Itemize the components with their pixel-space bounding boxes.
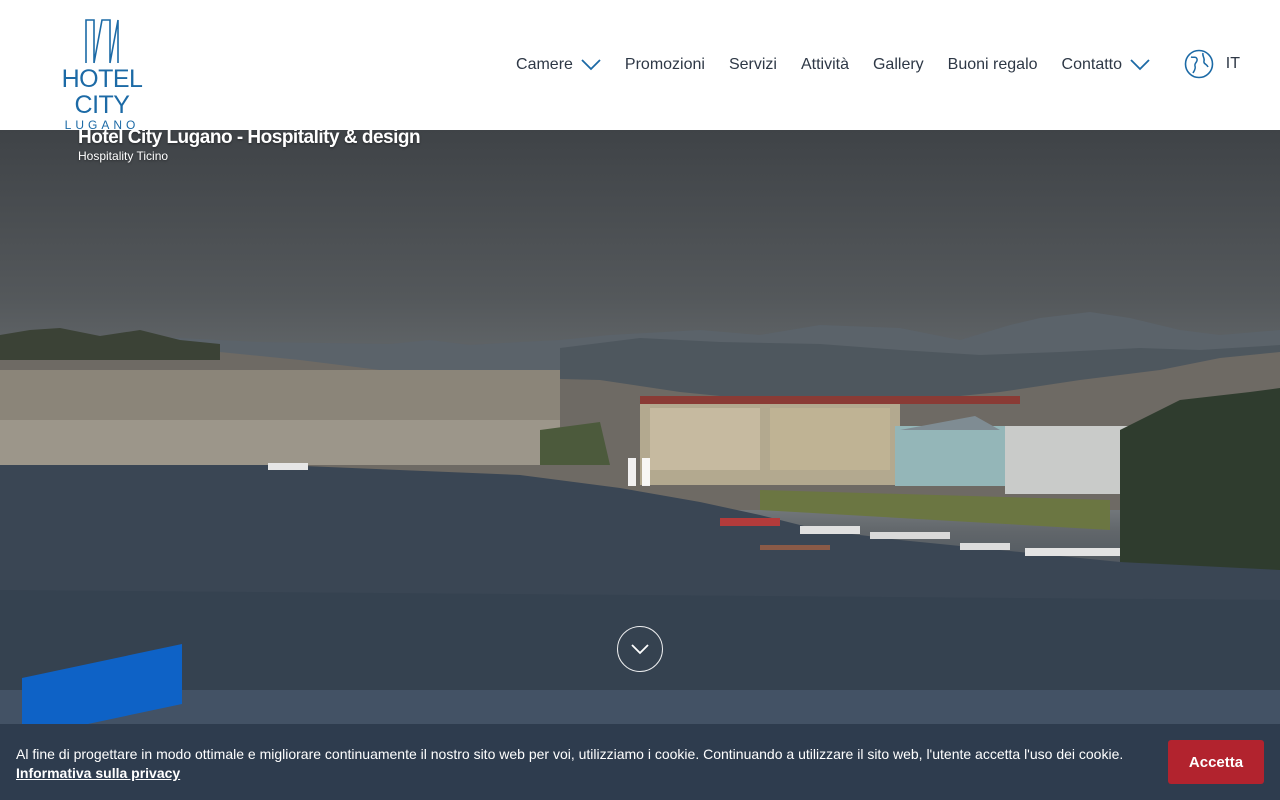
pause-icon [628,458,636,486]
chevron-down-icon [631,644,649,655]
language-selector[interactable]: IT [1184,49,1240,79]
logo-subtitle: LUGANO [64,118,140,132]
site-header: HOTEL CITY LUGANO Camere Promozioni Serv… [0,0,1280,132]
hotel-logo[interactable]: HOTEL CITY LUGANO [38,18,166,132]
chevron-down-icon [581,59,601,71]
cookie-text: Al fine di progettare in modo ottimale e… [16,746,1124,762]
main-nav: Camere Promozioni Servizi Attività Galle… [516,52,1150,78]
logo-title: HOTEL CITY [61,65,143,119]
accept-cookies-button[interactable]: Accetta [1168,740,1264,784]
nav-item-label: Buoni regalo [947,56,1038,73]
nav-item-label: Gallery [872,56,924,73]
hero-title: Hotel City Lugano - Hospitality & design [78,130,421,148]
nav-item-label: Attività [800,56,849,73]
language-label: IT [1225,55,1240,72]
nav-item-buoni-regalo[interactable]: Buoni regalo [948,56,1038,74]
pause-button[interactable] [628,458,652,486]
nav-item-label: Contatto [1061,56,1122,73]
hero-video: Hotel City Lugano - Hospitality & design… [0,130,1280,800]
pause-icon [642,458,650,486]
globe-icon [1184,49,1214,79]
chevron-down-icon [1130,59,1150,71]
scroll-down-button[interactable] [617,626,663,672]
hero-subtitle: Hospitality Ticino [78,149,169,163]
cookie-banner: Al fine di progettare in modo ottimale e… [0,724,1280,800]
logo-mark-icon [85,19,119,64]
nav-item-label: Camere [516,56,573,73]
nav-item-gallery[interactable]: Gallery [873,56,924,74]
nav-item-label: Promozioni [624,56,705,73]
privacy-link[interactable]: Informativa sulla privacy [16,765,180,781]
nav-item-contatto[interactable]: Contatto [1062,56,1150,74]
nav-item-servizi[interactable]: Servizi [729,56,777,74]
nav-item-camere[interactable]: Camere [516,56,601,74]
nav-item-label: Servizi [728,56,777,73]
nav-item-attivita[interactable]: Attività [801,56,849,74]
nav-item-promozioni[interactable]: Promozioni [625,56,705,74]
